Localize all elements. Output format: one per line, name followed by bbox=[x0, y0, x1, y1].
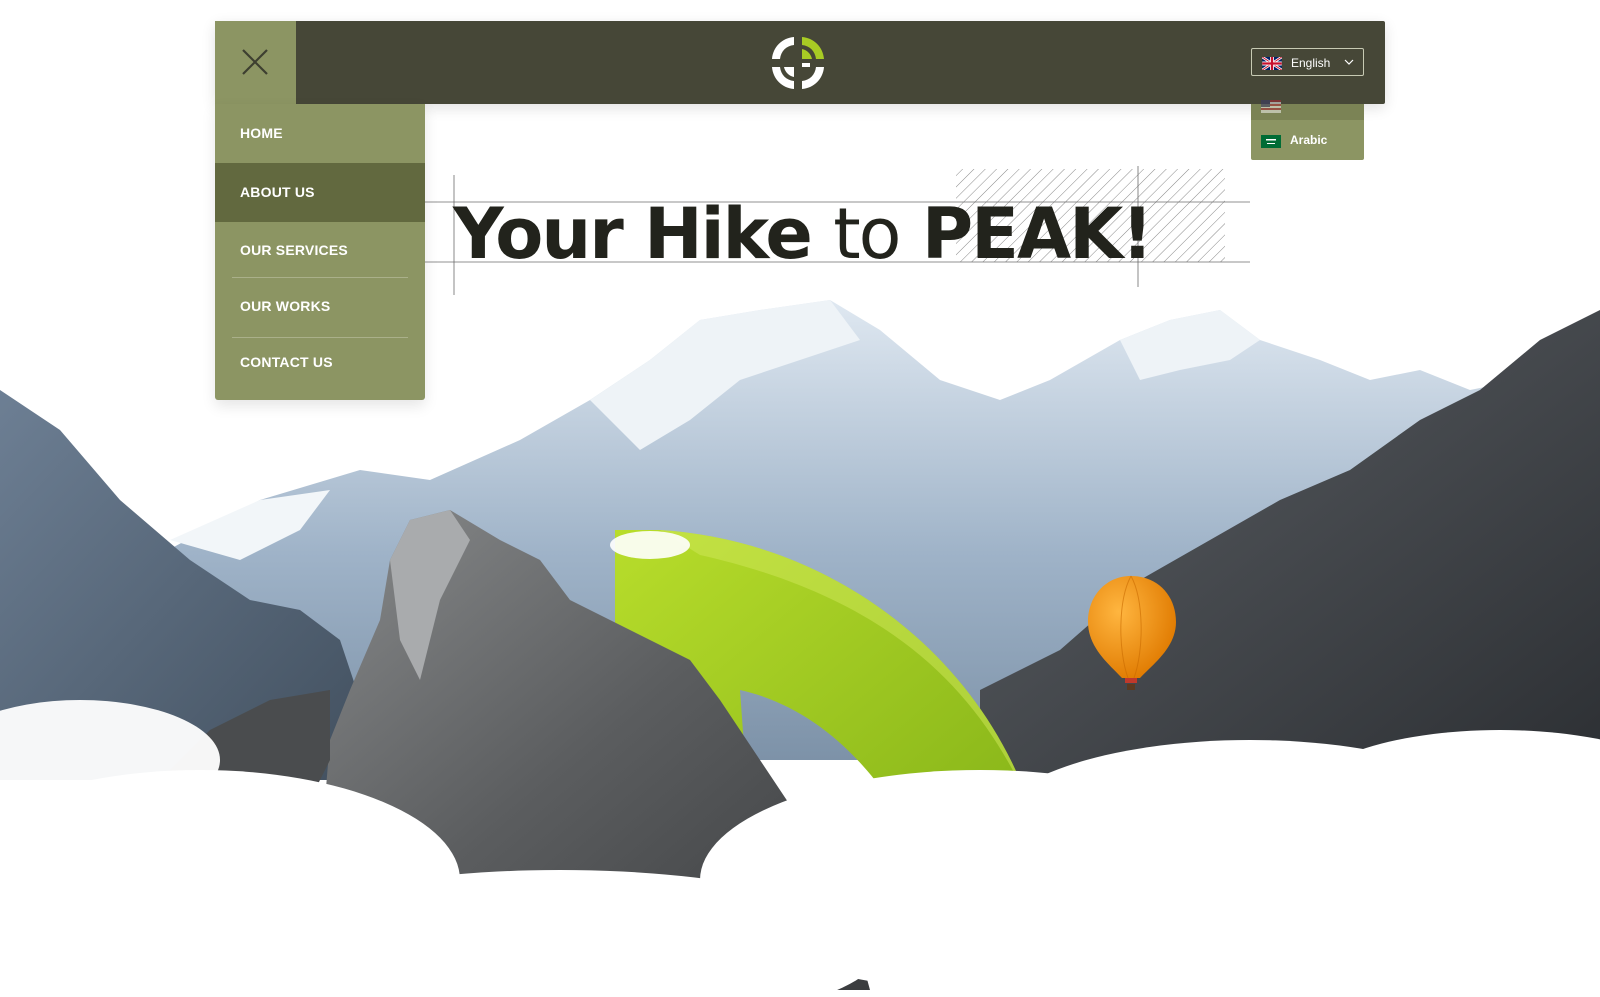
hero-title-word: PEAK! bbox=[921, 193, 1153, 275]
side-navigation: HOME ABOUT US OUR SERVICES OUR WORKS CON… bbox=[215, 104, 425, 400]
hero-title-word: Your bbox=[453, 193, 624, 275]
nav-item-label: CONTACT US bbox=[240, 354, 333, 370]
language-option-peek[interactable] bbox=[1251, 100, 1364, 120]
close-icon bbox=[242, 49, 268, 75]
language-option-label: Arabic bbox=[1290, 133, 1328, 147]
hero-title-word: to bbox=[833, 193, 901, 275]
nav-item-contact-us[interactable]: CONTACT US bbox=[215, 338, 425, 397]
uk-flag-icon bbox=[1262, 57, 1282, 70]
language-option-arabic[interactable]: Arabic bbox=[1251, 120, 1364, 160]
nav-item-label: ABOUT US bbox=[240, 184, 315, 200]
nav-item-home[interactable]: HOME bbox=[215, 104, 425, 163]
nav-item-about-us[interactable]: ABOUT US bbox=[215, 163, 425, 222]
language-dropdown: Arabic bbox=[1251, 100, 1364, 160]
language-select[interactable]: English bbox=[1251, 48, 1364, 76]
hero-title: Your Hike to PEAK! bbox=[453, 190, 1153, 278]
nav-item-our-services[interactable]: OUR SERVICES bbox=[215, 222, 425, 281]
menu-close-button[interactable] bbox=[215, 21, 296, 104]
language-selected-label: English bbox=[1291, 56, 1331, 70]
us-flag-icon bbox=[1261, 100, 1281, 113]
hero-title-word: Hike bbox=[644, 193, 813, 275]
nav-item-our-works[interactable]: OUR WORKS bbox=[215, 278, 425, 337]
nav-item-label: OUR WORKS bbox=[240, 298, 331, 314]
nav-item-label: HOME bbox=[240, 125, 283, 141]
saudi-flag-icon bbox=[1261, 135, 1281, 148]
nav-item-label: OUR SERVICES bbox=[240, 242, 348, 258]
chevron-down-icon bbox=[1344, 59, 1354, 65]
brand-logo-icon[interactable] bbox=[768, 33, 828, 93]
